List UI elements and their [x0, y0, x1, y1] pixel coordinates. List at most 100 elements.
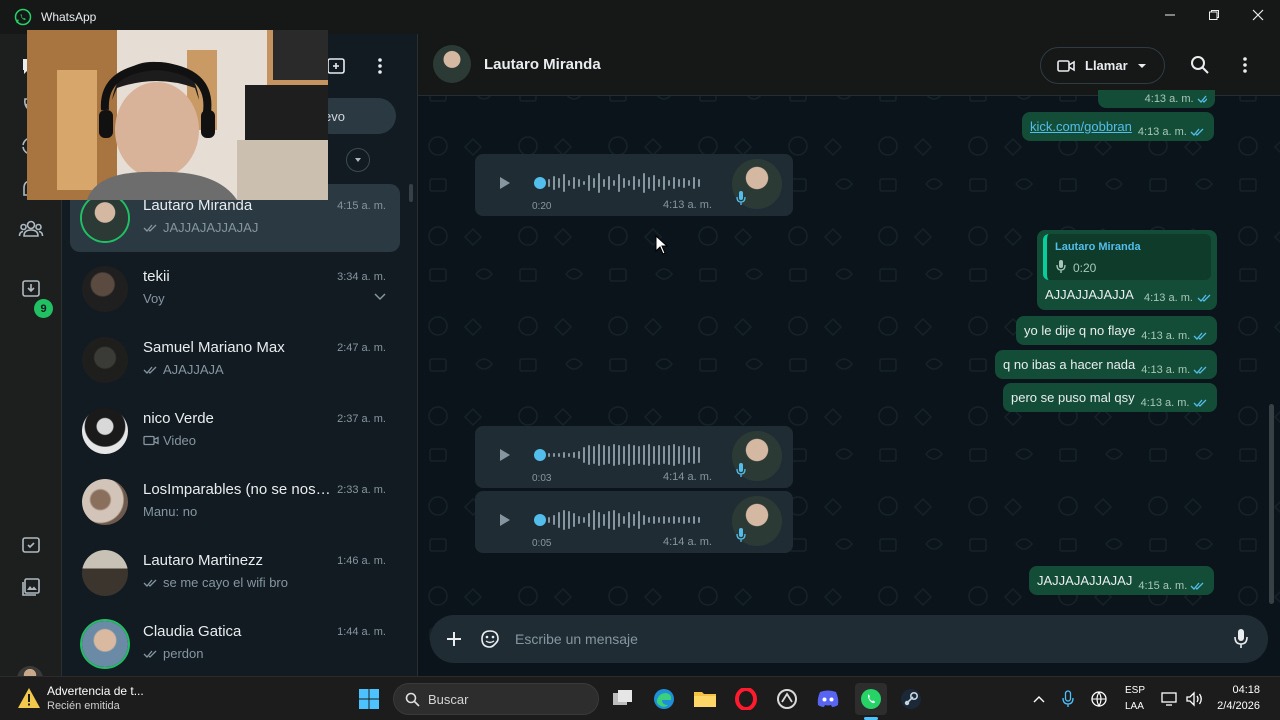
play-icon[interactable] [499, 448, 511, 462]
outgoing-message[interactable]: JAJJAJAJJAJAJ 4:15 a. m. [1029, 566, 1215, 595]
chevron-down-icon[interactable] [374, 293, 386, 301]
outgoing-message[interactable]: pero se puso mal qsy 4:13 a. m. [1003, 383, 1217, 412]
tray-volume[interactable] [1185, 689, 1205, 709]
chat-item-samuel-mariano-max[interactable]: Samuel Mariano Max 2:47 a. m. AJAJJAJA [70, 326, 400, 394]
message-time: 4:13 a. m. [1141, 363, 1191, 376]
network-icon [1161, 692, 1177, 706]
warning-icon[interactable] [17, 687, 41, 709]
outgoing-message[interactable]: yo le dije q no flaye 4:13 a. m. [1016, 316, 1218, 345]
voice-waveform-icon[interactable] [533, 440, 709, 470]
notification-title[interactable]: Advertencia de t... [47, 684, 144, 698]
chat-item-claudia-gatica[interactable]: Claudia Gatica 1:44 a. m. perdon [70, 610, 400, 678]
taskbar-edge[interactable] [648, 683, 680, 715]
call-button[interactable]: Llamar [1040, 47, 1165, 84]
contact-name[interactable]: Lautaro Miranda [484, 56, 601, 73]
chat-item-losimparables[interactable]: LosImparables (no se nos ... 2:33 a. m. … [70, 468, 400, 536]
close-button[interactable] [1236, 0, 1280, 30]
search-button[interactable] [1188, 53, 1212, 77]
rail-media-button[interactable] [15, 571, 47, 603]
maximize-button[interactable] [1192, 0, 1236, 30]
tray-overflow-button[interactable] [1029, 689, 1049, 709]
contact-avatar[interactable] [433, 45, 471, 83]
chat-name: nico Verde [143, 410, 214, 427]
taskbar-date[interactable]: 2/4/2026 [1206, 700, 1260, 712]
chat-time: 4:15 a. m. [337, 200, 386, 212]
message-time: 4:13 a. m. [1137, 125, 1187, 138]
filter-dropdown-button[interactable] [346, 148, 370, 172]
voice-waveform-icon[interactable] [533, 505, 709, 535]
outgoing-reply-message[interactable]: Lautaro Miranda 0:20 AJJAJJAJAJJA 4:13 a… [1037, 230, 1217, 310]
conversation-panel: Lautaro Miranda Llamar 4:13 a. m. kick.c… [418, 34, 1280, 676]
taskbar-task-view[interactable] [607, 683, 639, 715]
windows-logo-icon [359, 689, 379, 709]
incoming-voice-message[interactable]: 0:03 4:14 a. m. [475, 426, 793, 488]
taskbar-opera[interactable] [730, 683, 762, 715]
message-text: pero se puso mal qsy [1011, 390, 1135, 405]
message-time: 4:13 a. m. [1144, 93, 1194, 105]
keyboard-layout: LAA [1125, 701, 1144, 712]
message-link[interactable]: kick.com/gobbran [1030, 119, 1132, 134]
tray-microphone[interactable] [1058, 689, 1078, 709]
voice-waveform-icon[interactable] [533, 168, 709, 198]
plus-icon [447, 632, 461, 646]
title-bar: WhatsApp [0, 0, 1280, 34]
sticker-button[interactable] [478, 627, 502, 651]
message-input[interactable]: Escribe un mensaje [515, 631, 638, 647]
outgoing-message[interactable]: q no ibas a hacer nada 4:13 a. m. [995, 350, 1218, 379]
voice-record-button[interactable] [1229, 627, 1253, 651]
task-view-icon [613, 690, 632, 705]
rail-communities-button[interactable] [15, 213, 47, 245]
tray-location[interactable] [1089, 689, 1109, 709]
search-icon [1191, 56, 1209, 74]
taskbar-search[interactable]: Buscar [393, 683, 599, 715]
new-chat-icon [327, 58, 345, 74]
chat-preview: JAJJAJAJJAJAJ [143, 220, 373, 235]
taskbar-app-generic[interactable] [771, 683, 803, 715]
play-icon[interactable] [499, 176, 511, 190]
read-receipt-icon [1197, 95, 1207, 103]
quoted-voice-message[interactable]: Lautaro Miranda 0:20 [1043, 234, 1211, 280]
conversation-menu-button[interactable] [1233, 53, 1257, 77]
microphone-icon [736, 528, 746, 542]
taskbar-clock[interactable]: 04:18 [1216, 684, 1260, 696]
message-time: 4:14 a. m. [663, 471, 712, 483]
steam-icon [901, 689, 921, 709]
message-text: AJJAJJAJAJJA [1045, 287, 1134, 302]
taskbar-file-explorer[interactable] [689, 683, 721, 715]
taskbar-steam[interactable] [895, 683, 927, 715]
notification-subtitle: Recién emitida [47, 700, 120, 712]
search-icon [405, 692, 420, 707]
double-check-icon [143, 224, 157, 232]
chat-preview: Video [143, 433, 373, 448]
chat-item-tekii[interactable]: tekii 3:34 a. m. Voy [70, 255, 400, 323]
message-text: yo le dije q no flaye [1024, 323, 1136, 338]
conversation-scrollbar[interactable] [1269, 404, 1274, 604]
microphone-icon [1234, 629, 1248, 648]
chat-list-scrollbar[interactable] [409, 184, 413, 202]
incoming-voice-message[interactable]: 0:20 4:13 a. m. [475, 154, 793, 216]
taskbar-discord[interactable] [812, 683, 844, 715]
attach-button[interactable] [442, 627, 466, 651]
close-icon [1252, 9, 1264, 21]
chat-item-nico-verde[interactable]: nico Verde 2:37 a. m. Video [70, 397, 400, 465]
avatar [82, 550, 128, 596]
keyboard-language[interactable]: ESP [1125, 685, 1145, 696]
webcam-overlay [27, 30, 328, 200]
outgoing-message-link[interactable]: kick.com/gobbran 4:13 a. m. [1022, 112, 1214, 141]
chat-preview-text: Voy [143, 291, 165, 306]
message-text: JAJJAJAJJAJAJ [1037, 573, 1133, 588]
incoming-voice-message[interactable]: 0:05 4:14 a. m. [475, 491, 793, 553]
discord-icon [817, 690, 839, 707]
chat-name: Claudia Gatica [143, 623, 242, 640]
taskbar-whatsapp[interactable] [855, 683, 887, 715]
outgoing-message[interactable]: 4:13 a. m. [1098, 90, 1215, 108]
rail-meta-ai-button[interactable] [15, 530, 47, 562]
start-button[interactable] [353, 683, 385, 715]
chat-preview: AJAJJAJA [143, 362, 373, 377]
play-icon[interactable] [499, 513, 511, 527]
minimize-button[interactable] [1148, 0, 1192, 30]
message-composer: Escribe un mensaje [430, 615, 1268, 663]
tray-network[interactable] [1160, 689, 1180, 709]
chat-list-menu-button[interactable] [368, 54, 392, 78]
chat-item-lautaro-martinezz[interactable]: Lautaro Martinezz 1:46 a. m. se me cayo … [70, 539, 400, 607]
